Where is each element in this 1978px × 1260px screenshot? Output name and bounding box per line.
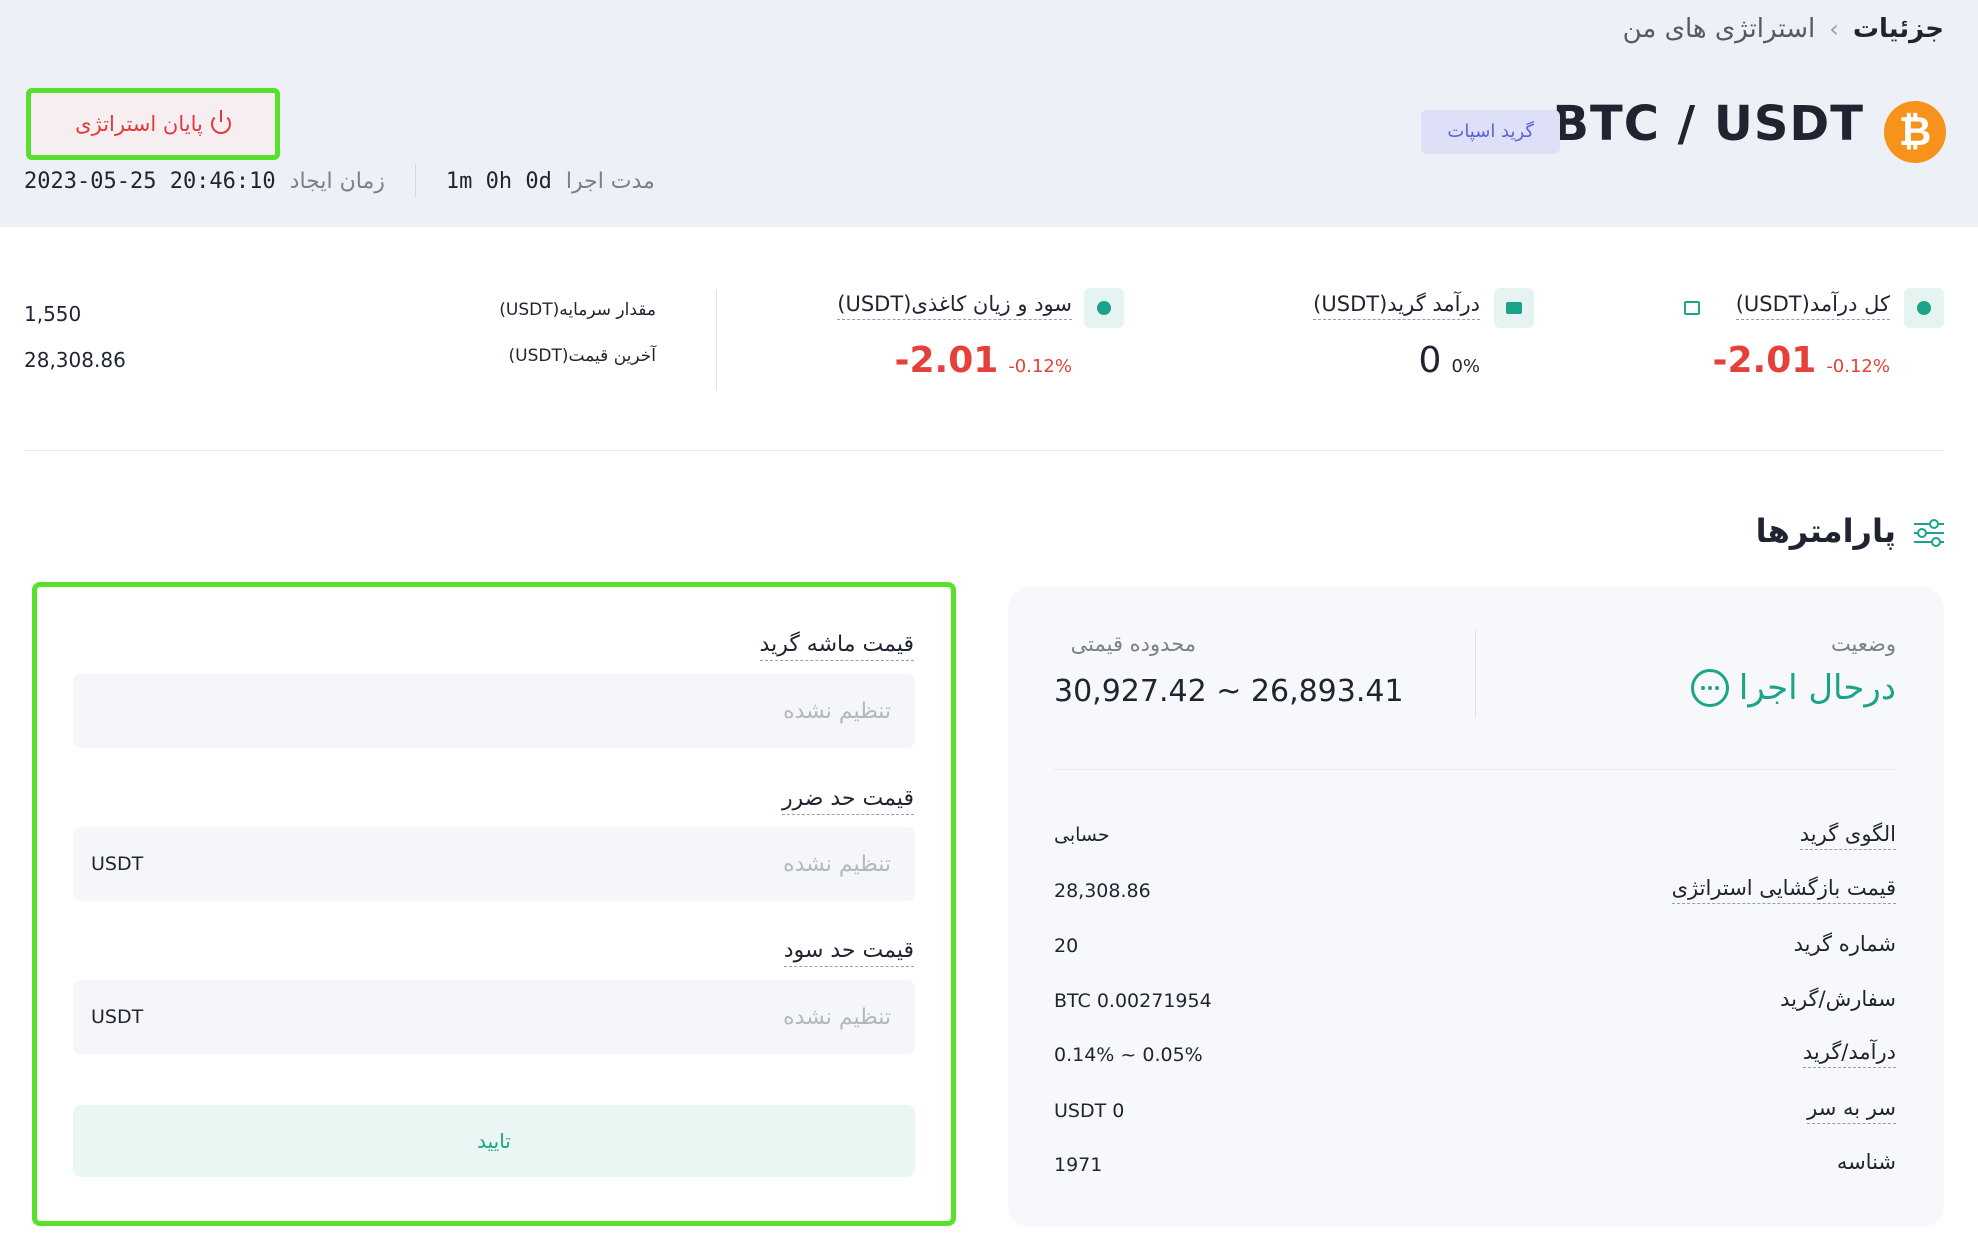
status-value: درحال اجرا bbox=[1690, 668, 1896, 708]
chevron-left-icon: › bbox=[1829, 15, 1839, 43]
sliders-icon bbox=[1914, 519, 1944, 547]
grid-income-pct: 0% bbox=[1451, 356, 1480, 377]
end-strategy-label: پایان استراتژی bbox=[75, 112, 203, 136]
break-even-label[interactable]: سر به سر bbox=[1807, 1096, 1896, 1124]
paper-pnl-pct: -0.12% bbox=[1008, 356, 1072, 377]
stats-divider bbox=[716, 290, 717, 390]
breadcrumb: استراتژی های من › جزئیات bbox=[1623, 14, 1944, 44]
created-time-value: 2023-05-25 20:46:10 bbox=[24, 168, 276, 194]
break-even-value: USDT 0 bbox=[1054, 1100, 1125, 1122]
confirm-button[interactable]: تایید bbox=[73, 1105, 915, 1177]
paper-pnl-values: -2.01 -0.12% bbox=[895, 340, 1072, 381]
strategy-id-label: شناسه bbox=[1836, 1150, 1896, 1174]
power-icon bbox=[210, 110, 231, 134]
total-income-icon bbox=[1904, 288, 1944, 328]
take-profit-unit: USDT bbox=[91, 1006, 144, 1028]
grid-income-values: 0 0% bbox=[1419, 340, 1480, 381]
run-duration-label: مدت اجرا bbox=[565, 168, 655, 194]
parameters-title: پارامترها bbox=[1755, 512, 1896, 550]
grid-income-label[interactable]: درآمد گرید(USDT) bbox=[1313, 292, 1480, 320]
strategy-type-badge: گرید اسپات bbox=[1421, 110, 1560, 154]
status-text: درحال اجرا bbox=[1738, 668, 1896, 708]
total-income-pct: -0.12% bbox=[1826, 356, 1890, 377]
trigger-price-placeholder: تنظیم نشده bbox=[783, 698, 891, 724]
trigger-price-input[interactable]: تنظیم نشده bbox=[73, 674, 915, 748]
bitcoin-icon: ₿ bbox=[1884, 101, 1946, 163]
profit-per-grid-value: 0.14% ~ 0.05% bbox=[1054, 1044, 1203, 1066]
pair-title: BTC / USDT bbox=[1552, 96, 1864, 152]
take-profit-label: قیمت حد سود bbox=[783, 938, 914, 967]
stop-loss-unit: USDT bbox=[91, 853, 144, 875]
strategy-id-value: 1971 bbox=[1054, 1154, 1103, 1176]
params-header-divider bbox=[1475, 630, 1476, 718]
end-strategy-button[interactable]: پایان استراتژی bbox=[26, 88, 280, 160]
take-profit-placeholder: تنظیم نشده bbox=[783, 1004, 891, 1030]
capital-label: مقدار سرمایه(USDT) bbox=[499, 300, 656, 320]
grid-mode-value: حسابی bbox=[1054, 824, 1110, 846]
total-income-value: -2.01 bbox=[1712, 340, 1817, 381]
grid-income-value: 0 bbox=[1418, 340, 1442, 381]
total-income-label[interactable]: کل درآمد(USDT) bbox=[1735, 292, 1890, 320]
section-divider bbox=[24, 450, 1944, 451]
price-range-label: محدوده قیمتی bbox=[1070, 632, 1196, 656]
last-price-value: 28,308.86 bbox=[24, 348, 126, 372]
created-time-label: زمان ایجاد bbox=[289, 168, 385, 194]
running-icon bbox=[1690, 669, 1729, 707]
grid-count-label: شماره گرید bbox=[1793, 932, 1896, 956]
capital-value: 1,550 bbox=[24, 302, 82, 326]
stop-loss-placeholder: تنظیم نشده bbox=[783, 851, 891, 877]
params-divider bbox=[1054, 769, 1896, 770]
open-price-label[interactable]: قیمت بازگشایی استراتژی bbox=[1671, 876, 1896, 904]
last-price-label: آخرین قیمت(USDT) bbox=[508, 346, 656, 366]
open-price-value: 28,308.86 bbox=[1054, 880, 1151, 902]
run-duration-value: 1m 0h 0d bbox=[445, 168, 552, 194]
stop-loss-input[interactable]: USDT تنظیم نشده bbox=[73, 827, 915, 901]
order-per-grid-value: BTC 0.00271954 bbox=[1054, 990, 1212, 1012]
grid-mode-label[interactable]: الگوی گرید bbox=[1799, 822, 1896, 850]
status-label: وضعیت bbox=[1830, 632, 1896, 656]
grid-income-icon bbox=[1494, 288, 1534, 328]
breadcrumb-current: جزئیات bbox=[1852, 14, 1944, 44]
profit-per-grid-label[interactable]: درآمد/گرید bbox=[1802, 1040, 1896, 1068]
order-per-grid-label: سفارش/گرید bbox=[1780, 987, 1896, 1011]
meta-divider bbox=[414, 164, 416, 198]
stop-loss-label: قیمت حد ضرر bbox=[781, 786, 914, 815]
grid-count-value: 20 bbox=[1054, 935, 1079, 957]
total-income-values: -2.01 -0.12% bbox=[1713, 340, 1890, 381]
paper-pnl-value: -2.01 bbox=[894, 340, 999, 381]
chart-icon[interactable] bbox=[1672, 288, 1712, 328]
trigger-price-label: قیمت ماشه گرید bbox=[759, 632, 914, 661]
paper-pnl-label[interactable]: سود و زیان کاغذی(USDT) bbox=[837, 292, 1072, 320]
strategy-meta: مدت اجرا 1m 0h 0d زمان ایجاد 2023-05-25 … bbox=[24, 164, 655, 198]
take-profit-input[interactable]: USDT تنظیم نشده bbox=[73, 980, 915, 1054]
breadcrumb-parent[interactable]: استراتژی های من bbox=[1623, 14, 1816, 44]
paper-pnl-icon bbox=[1084, 288, 1124, 328]
price-range-value: 30,927.42 ~ 26,893.41 bbox=[1054, 674, 1404, 709]
